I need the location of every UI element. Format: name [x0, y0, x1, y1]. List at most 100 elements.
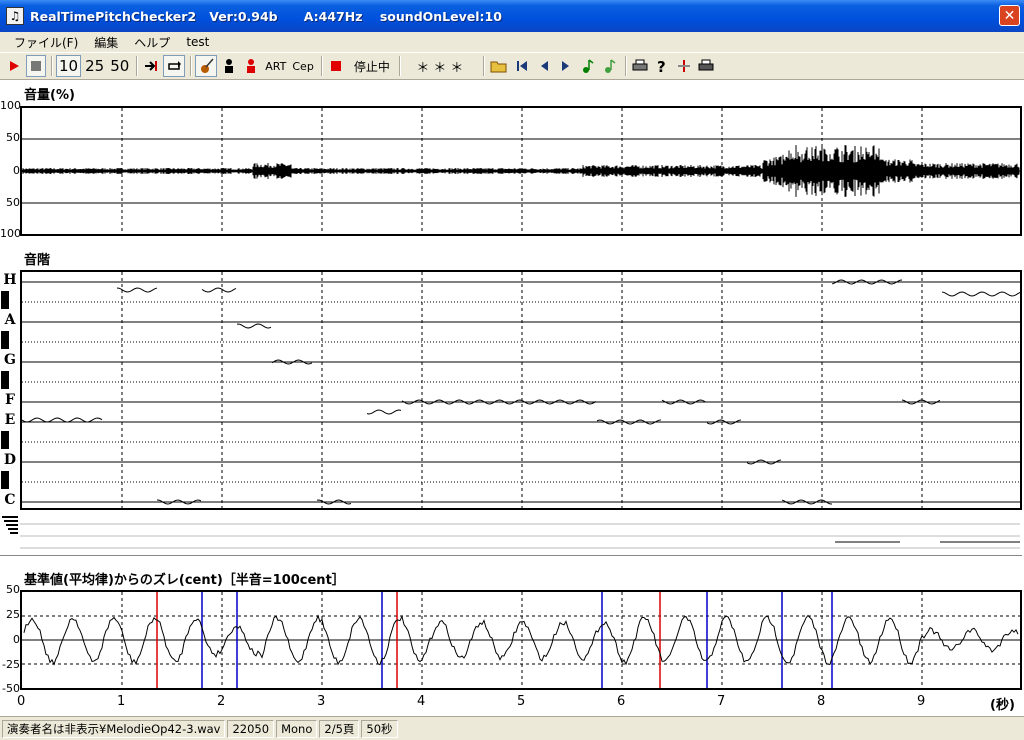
toolbar-separator — [190, 56, 193, 76]
note-label-f: F — [5, 392, 15, 408]
violin-icon[interactable] — [195, 55, 218, 77]
time-tick: 3 — [317, 694, 326, 709]
marker-icon[interactable] — [674, 55, 694, 77]
app-icon[interactable]: ♫ — [6, 7, 24, 25]
time-tick: 9 — [917, 694, 926, 709]
svg-text:?: ? — [657, 58, 666, 74]
status-file: 演奏者名は非表示¥MelodieOp42-3.wav — [2, 719, 226, 738]
status-text: 停止中 — [347, 55, 396, 77]
pitch-trace — [941, 291, 1020, 297]
toolbar-separator — [482, 56, 485, 76]
open-folder-icon[interactable] — [488, 55, 510, 77]
volume-axis-tick: 50 — [6, 196, 20, 209]
stop-icon[interactable] — [26, 55, 46, 77]
pitch-trace — [236, 323, 272, 329]
cent-axis-tick: 50 — [6, 583, 20, 596]
print-icon[interactable] — [630, 55, 650, 77]
toolbar-separator — [398, 56, 401, 76]
volume-axis-tick: 50 — [6, 131, 20, 144]
toolbar-separator — [51, 56, 53, 76]
menu-file[interactable]: ファイル(F) — [6, 34, 86, 51]
music-note-icon[interactable] — [578, 55, 598, 77]
cent-plot[interactable] — [20, 590, 1022, 690]
note-label-e: E — [4, 412, 16, 428]
black-key-marker — [1, 471, 9, 489]
close-button[interactable]: ✕ — [999, 5, 1020, 26]
menu-edit[interactable]: 編集 — [86, 34, 126, 51]
cent-panel-title: 基準値(平均律)からのズレ(cent)［半音=100cent］ — [24, 573, 345, 588]
title-bar: ♫ RealTimePitchChecker2 Ver:0.94b A:447H… — [0, 0, 1024, 32]
time-tick: 5 — [517, 694, 526, 709]
span-50-button[interactable]: 50 — [108, 55, 131, 77]
volume-waveform — [22, 145, 1020, 197]
toolbar-separator — [136, 56, 139, 76]
span-10-button[interactable]: 10 — [56, 55, 82, 77]
lower-octave-strip — [0, 514, 1022, 556]
pitch-plot[interactable] — [20, 270, 1022, 510]
time-tick: 6 — [617, 694, 626, 709]
menu-bar: ファイル(F) 編集 ヘルプ test — [0, 32, 1024, 52]
status-page: 2/5頁 — [319, 719, 360, 738]
jump-end-icon[interactable] — [141, 55, 161, 77]
strip-marker — [6, 524, 18, 526]
status-sample-rate: 22050 — [227, 719, 275, 738]
black-key-marker — [1, 331, 9, 349]
cent-axis-tick: -25 — [2, 658, 20, 671]
time-tick: 8 — [817, 694, 826, 709]
time-tick: 2 — [217, 694, 226, 709]
pitch-trace — [22, 417, 103, 423]
music-note-alt-icon[interactable] — [600, 55, 620, 77]
strip-marker — [2, 516, 18, 518]
volume-axis-tick: 0 — [13, 164, 20, 177]
toolbar: 10 25 50 ART Cep 停止中 ＊＊＊ ? — [0, 52, 1024, 80]
toolbar-separator — [320, 56, 323, 76]
help-icon[interactable]: ? — [652, 55, 672, 77]
pitch-trace — [116, 287, 158, 293]
menu-help[interactable]: ヘルプ — [126, 34, 178, 51]
volume-axis-tick: 100 — [0, 227, 21, 240]
skip-start-icon[interactable] — [512, 55, 532, 77]
step-back-icon[interactable] — [534, 55, 554, 77]
status-channels: Mono — [276, 719, 318, 738]
volume-plot[interactable] — [20, 106, 1022, 236]
strip-marker — [8, 528, 18, 530]
span-25-button[interactable]: 25 — [83, 55, 106, 77]
note-label-c: C — [4, 492, 16, 508]
loop-icon[interactable] — [163, 55, 186, 77]
time-tick: 0 — [17, 694, 26, 709]
time-tick: 1 — [117, 694, 126, 709]
play-icon[interactable] — [4, 55, 24, 77]
note-label-a: A — [4, 312, 16, 328]
time-unit-label: (秒) — [990, 698, 1015, 713]
note-label-h: H — [3, 272, 17, 288]
print-setup-icon[interactable] — [696, 55, 716, 77]
black-key-marker — [1, 431, 9, 449]
pitch-panel-title: 音階 — [24, 253, 51, 268]
strip-marker — [10, 532, 18, 534]
time-tick: 4 — [417, 694, 426, 709]
note-label-g: G — [4, 352, 16, 368]
toolbar-separator — [624, 56, 627, 76]
black-key-marker — [1, 291, 9, 309]
volume-panel-title: 音量(%) — [24, 88, 75, 103]
status-bar: 演奏者名は非表示¥MelodieOp42-3.wav 22050 Mono 2/… — [0, 716, 1024, 740]
black-key-marker — [1, 371, 9, 389]
volume-axis-tick: 100 — [0, 99, 21, 112]
pitch-trace — [366, 409, 402, 415]
notes-field: ＊＊＊ — [416, 60, 468, 76]
record-stop-icon[interactable] — [326, 55, 346, 77]
window-title: RealTimePitchChecker2 Ver:0.94b A:447Hz … — [30, 8, 502, 24]
menu-test[interactable]: test — [178, 35, 217, 49]
step-forward-icon[interactable] — [556, 55, 576, 77]
strip-marker — [4, 520, 18, 522]
cent-axis-tick: 0 — [13, 633, 20, 646]
player-black-icon[interactable] — [219, 55, 239, 77]
pitch-trace — [201, 287, 237, 293]
cent-axis-tick: 25 — [6, 608, 20, 621]
status-length: 50秒 — [361, 719, 398, 738]
art-button[interactable]: ART — [263, 55, 288, 77]
player-red-icon[interactable] — [241, 55, 261, 77]
time-tick: 7 — [717, 694, 726, 709]
note-label-d: D — [3, 452, 17, 468]
cep-button[interactable]: Cep — [290, 55, 315, 77]
